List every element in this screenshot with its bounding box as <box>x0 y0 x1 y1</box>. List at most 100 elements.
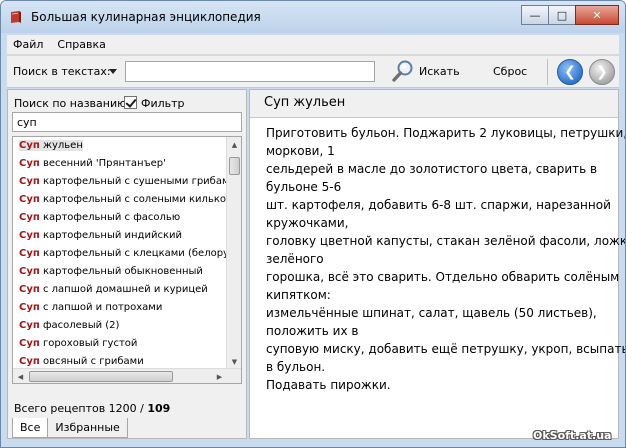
list-item-keyword: Суп <box>19 266 40 277</box>
scroll-up-icon[interactable]: ▲ <box>227 137 241 152</box>
scroll-down-icon[interactable]: ▼ <box>227 354 241 369</box>
horizontal-scrollbar[interactable]: ◀ ▶ <box>13 368 241 383</box>
find-button[interactable]: Искать <box>419 65 460 78</box>
list-item[interactable]: Суп с лапшой домашней и курицей <box>13 281 227 299</box>
recipe-count-prefix: Всего рецептов 1200 / <box>14 402 148 415</box>
recipe-panel: Суп жульен Приготовить бульон. Поджарить… <box>249 89 626 439</box>
list-item-text: Суп жульен <box>19 140 83 151</box>
list-item-label: картофельный с сушеными грибами <box>39 176 227 187</box>
recipe-line: горошка, всё это сварить. Отдельно обвар… <box>266 270 620 284</box>
app-book-icon <box>11 11 21 23</box>
window-title: Большая кулинарная энциклопедия <box>31 10 261 24</box>
title-bar[interactable]: Большая кулинарная энциклопедия — □ ✕ <box>1 1 625 33</box>
list-item[interactable]: Суп фасолевый (2) <box>13 317 227 335</box>
list-item-label: картофельный с фасолью <box>39 212 181 223</box>
recipe-line: кружочками, <box>266 216 349 230</box>
list-item-text: Суп картофельный с фасолью <box>19 212 180 223</box>
minimize-button[interactable]: — <box>521 5 549 25</box>
list-item[interactable]: Суп картофельный индийский <box>13 227 227 245</box>
recipe-line: положить их в <box>266 324 359 338</box>
watermark: OkSoft.at.ua <box>533 429 612 442</box>
list-item-keyword: Суп <box>19 302 40 313</box>
list-item[interactable]: Суп овсяный с грибами <box>13 353 227 369</box>
list-item-keyword: Суп <box>19 212 40 223</box>
recipe-list-panel: Поиск по названию Фильтр Суп жульенСуп в… <box>7 89 247 439</box>
list-item[interactable]: Суп картофельный с фасолью <box>13 209 227 227</box>
list-item-keyword: Суп <box>19 158 40 169</box>
list-item-text: Суп гороховый густой <box>19 338 137 349</box>
menu-bar: Файл Справка <box>7 35 619 55</box>
list-item[interactable]: Суп весенний 'Прянтанъер' <box>13 155 227 173</box>
list-item[interactable]: Суп с лапшой и потрохами <box>13 299 227 317</box>
text-search-label: Поиск в текстах: <box>13 65 111 78</box>
list-item[interactable]: Суп жульен <box>13 137 227 155</box>
list-item[interactable]: Суп картофельный с солеными килькой <box>13 191 227 209</box>
vertical-scrollbar[interactable]: ▲ ▼ <box>226 137 241 369</box>
list-item-keyword: Суп <box>19 320 40 331</box>
recipe-list-items: Суп жульен Суп весенний 'Прянтанъер' Суп к… <box>13 137 227 369</box>
list-item[interactable]: Суп картофельный обыкновенный <box>13 263 227 281</box>
list-item-label: фасолевый (2) <box>39 320 120 331</box>
tab-all[interactable]: Все <box>12 418 49 438</box>
name-search-input[interactable] <box>12 112 242 132</box>
list-item-label: с лапшой домашней и курицей <box>39 284 208 295</box>
list-item-label: жульен <box>39 140 83 151</box>
recipe-title: Суп жульен <box>264 95 346 110</box>
app-window: Большая кулинарная энциклопедия — □ ✕ Фа… <box>0 0 626 448</box>
list-item-keyword: Суп <box>19 176 40 187</box>
menu-help[interactable]: Справка <box>57 38 105 51</box>
list-item-text: Суп картофельный с сушеными грибами <box>19 176 227 187</box>
name-search-label: Поиск по названию <box>14 97 127 110</box>
recipe-line: кипятком: <box>266 288 331 302</box>
recipe-line: бульоне 5-6 <box>266 180 342 194</box>
filter-label[interactable]: Фильтр <box>141 97 185 110</box>
recipe-line: сельдерей в масле до золотистого цвета, … <box>266 162 598 176</box>
toolbar: Поиск в текстах: Искать Сброс ❮ ❯ <box>7 56 619 88</box>
list-item-text: Суп картофельный с клецками (белорус <box>19 248 227 259</box>
list-item-label: картофельный обыкновенный <box>39 266 203 277</box>
scroll-left-icon[interactable]: ◀ <box>13 369 28 383</box>
scroll-right-icon[interactable]: ▶ <box>212 369 227 383</box>
recipe-line: суповую миску, добавить ещё петрушку, ук… <box>266 342 626 356</box>
arrow-left-icon[interactable]: ❮ <box>557 59 583 85</box>
text-search-input[interactable] <box>125 61 375 82</box>
vertical-scroll-thumb[interactable] <box>229 157 240 175</box>
magnifier-icon[interactable] <box>391 59 415 83</box>
recipe-list[interactable]: Суп жульен Суп весенний 'Прянтанъер' Суп к… <box>12 136 242 384</box>
list-item-keyword: Суп <box>19 140 40 151</box>
tab-favorites[interactable]: Избранные <box>47 418 128 438</box>
list-item-text: Суп картофельный с солеными килькой <box>19 194 227 205</box>
list-item-label: гороховый густой <box>39 338 138 349</box>
list-item-label: картофельный с клецками (белорус <box>39 248 227 259</box>
recipe-header: Суп жульен <box>250 90 618 118</box>
list-item-label: с лапшой и потрохами <box>39 302 163 313</box>
search-mode-dropdown-icon[interactable] <box>109 69 117 74</box>
list-item-text: Суп овсяный с грибами <box>19 356 144 367</box>
toolbar-separator <box>547 59 548 85</box>
menu-file[interactable]: Файл <box>13 38 43 51</box>
recipe-line: моркови, 1 <box>266 144 335 158</box>
arrow-right-icon[interactable]: ❯ <box>589 59 615 85</box>
list-item[interactable]: Суп картофельный с клецками (белорус <box>13 245 227 263</box>
close-button[interactable]: ✕ <box>575 5 619 25</box>
recipe-line: измельчённые шпинат, салат, щавель (50 л… <box>266 306 597 320</box>
list-item-text: Суп картофельный обыкновенный <box>19 266 203 277</box>
reset-button[interactable]: Сброс <box>493 65 527 78</box>
recipe-line: Подавать пирожки. <box>266 378 391 392</box>
list-item-text: Суп весенний 'Прянтанъер' <box>19 158 166 169</box>
filter-checkbox[interactable] <box>124 96 137 109</box>
horizontal-scroll-thumb[interactable] <box>29 371 173 382</box>
list-item[interactable]: Суп картофельный с сушеными грибами <box>13 173 227 191</box>
recipe-count: Всего рецептов 1200 / 109 <box>14 402 170 415</box>
window-controls: — □ ✕ <box>521 5 619 25</box>
recipe-line: зелёного <box>266 252 324 266</box>
list-item-keyword: Суп <box>19 338 40 349</box>
list-item[interactable]: Суп гороховый густой <box>13 335 227 353</box>
list-item-label: весенний 'Прянтанъер' <box>39 158 166 169</box>
recipe-text: Приготовить бульон. Поджарить 2 луковицы… <box>266 124 626 394</box>
list-tabs: Все Избранные <box>12 418 128 438</box>
list-item-keyword: Суп <box>19 284 40 295</box>
list-item-keyword: Суп <box>19 230 40 241</box>
list-item-label: картофельный индийский <box>39 230 183 241</box>
maximize-button[interactable]: □ <box>548 5 576 25</box>
